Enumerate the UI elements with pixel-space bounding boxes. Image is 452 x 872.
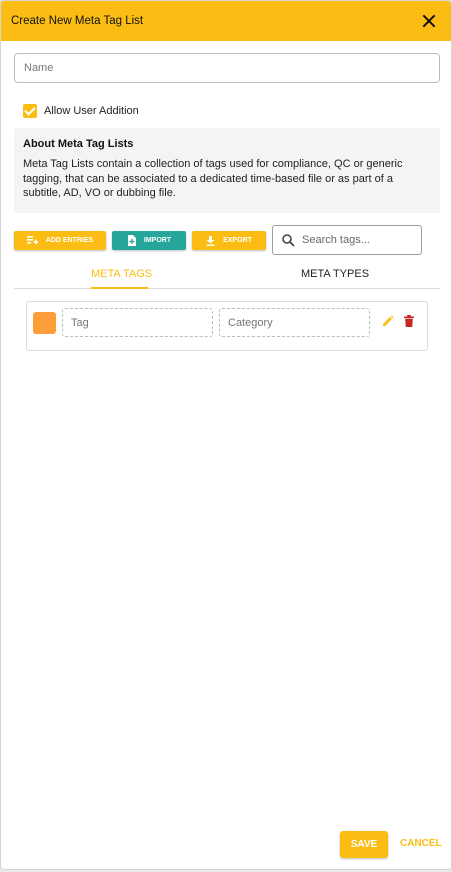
add-entries-label: ADD ENTRIES xyxy=(45,237,94,244)
name-input[interactable] xyxy=(14,53,440,83)
search-tags-input[interactable] xyxy=(302,234,412,246)
search-icon xyxy=(282,233,295,247)
pencil-icon[interactable] xyxy=(382,315,394,327)
export-label: EXPORT xyxy=(223,237,252,244)
about-text: Meta Tag Lists contain a collection of t… xyxy=(23,158,403,199)
import-label: IMPORT xyxy=(143,237,172,244)
tag-row xyxy=(26,301,428,351)
tag-color-swatch[interactable] xyxy=(33,312,56,334)
trash-icon[interactable] xyxy=(404,315,414,327)
close-icon[interactable] xyxy=(421,13,437,29)
about-meta-tag-lists-box: About Meta Tag Lists Meta Tag Lists cont… xyxy=(14,128,440,213)
cancel-button[interactable]: CANCEL xyxy=(400,838,442,849)
dialog-title: Create New Meta Tag List xyxy=(11,15,144,27)
allow-user-addition-row: Allow User Addition xyxy=(23,104,139,118)
search-tags-box xyxy=(272,225,422,255)
tab-meta-types[interactable]: META TYPES xyxy=(301,268,369,280)
save-button[interactable]: SAVE xyxy=(340,831,388,858)
dialog-header: Create New Meta Tag List xyxy=(1,1,451,41)
allow-user-addition-checkbox[interactable] xyxy=(23,104,37,118)
create-meta-tag-list-dialog: Create New Meta Tag List Allow User Addi… xyxy=(0,0,452,870)
tag-input[interactable] xyxy=(62,308,213,337)
download-icon xyxy=(206,235,215,246)
tab-meta-tags[interactable]: META TAGS xyxy=(91,268,152,280)
tabs: META TAGS META TYPES xyxy=(14,261,440,289)
category-input[interactable] xyxy=(219,308,370,337)
add-entries-button[interactable]: ADD ENTRIES xyxy=(14,231,106,250)
playlist-add-icon xyxy=(26,236,38,245)
export-button[interactable]: EXPORT xyxy=(192,231,266,250)
file-import-icon xyxy=(127,235,136,246)
allow-user-addition-label: Allow User Addition xyxy=(44,105,139,117)
about-title: About Meta Tag Lists xyxy=(23,138,134,150)
active-tab-indicator xyxy=(91,287,148,289)
import-button[interactable]: IMPORT xyxy=(112,231,186,250)
toolbar: ADD ENTRIES IMPORT EXPORT xyxy=(14,231,272,250)
